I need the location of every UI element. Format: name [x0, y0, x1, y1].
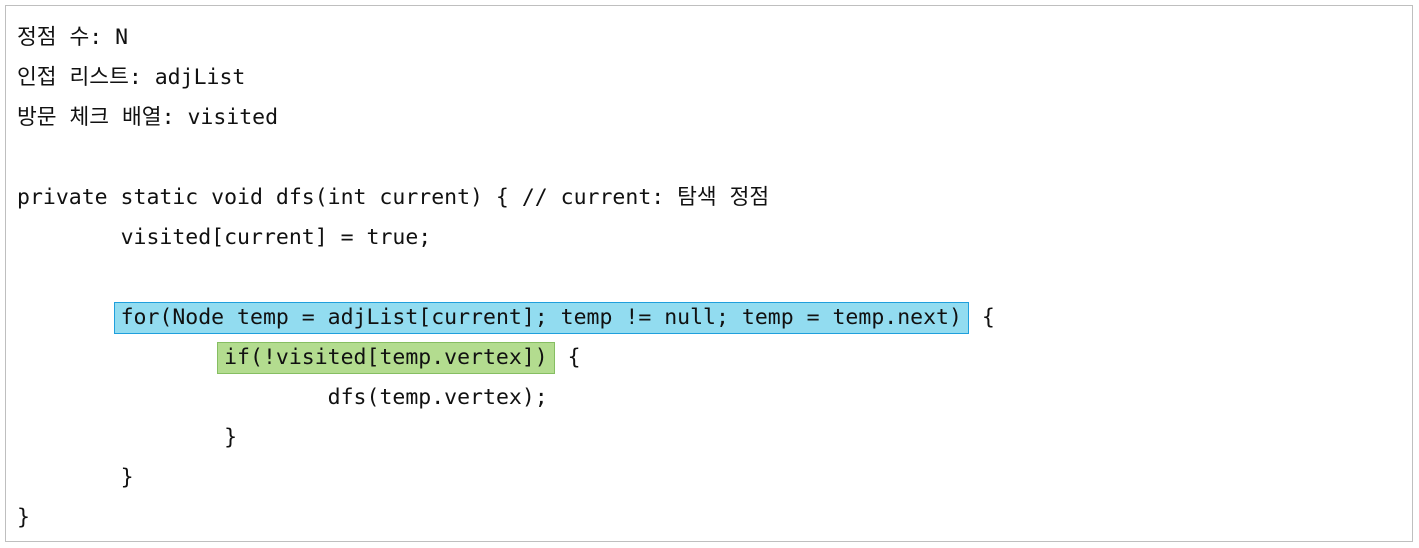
code-line-adjacency-list: 인접 리스트: adjList [17, 58, 995, 98]
code-text: private static void dfs(int current) { /… [17, 185, 770, 210]
for-loop-highlight: for(Node temp = adjList[current]; temp !… [113, 302, 969, 334]
code-text: { [968, 305, 995, 330]
code-text: 정점 수: N [17, 25, 129, 50]
code-line-dfs-signature: private static void dfs(int current) { /… [17, 178, 995, 218]
code-line-close-for: } [17, 458, 995, 498]
code-line-mark-visited: visited[current] = true; [17, 218, 995, 258]
code-text: } [17, 505, 30, 530]
code-text: } [224, 425, 238, 450]
code-line-if-visited: if(!visited[temp.vertex]) { [17, 338, 995, 378]
code-line-for-loop: for(Node temp = adjList[current]; temp !… [17, 298, 995, 338]
code-block: 정점 수: N 인접 리스트: adjList 방문 체크 배열: visite… [17, 18, 995, 538]
code-text: visited[current] = true; [120, 225, 432, 250]
code-line-recursive-call: dfs(temp.vertex); [17, 378, 995, 418]
code-line-vertex-count: 정점 수: N [17, 18, 995, 58]
code-text: 방문 체크 배열: visited [17, 105, 279, 130]
code-text: dfs(temp.vertex); [327, 385, 548, 410]
code-line-close-if: } [17, 418, 995, 458]
code-snippet-box: 정점 수: N 인접 리스트: adjList 방문 체크 배열: visite… [5, 5, 1413, 542]
code-line-close-method: } [17, 498, 995, 538]
code-text: { [554, 345, 581, 370]
code-line-visited-array: 방문 체크 배열: visited [17, 98, 995, 138]
if-condition-highlight: if(!visited[temp.vertex]) [217, 342, 555, 374]
code-text: 인접 리스트: adjList [17, 65, 246, 90]
code-text: } [120, 465, 134, 490]
